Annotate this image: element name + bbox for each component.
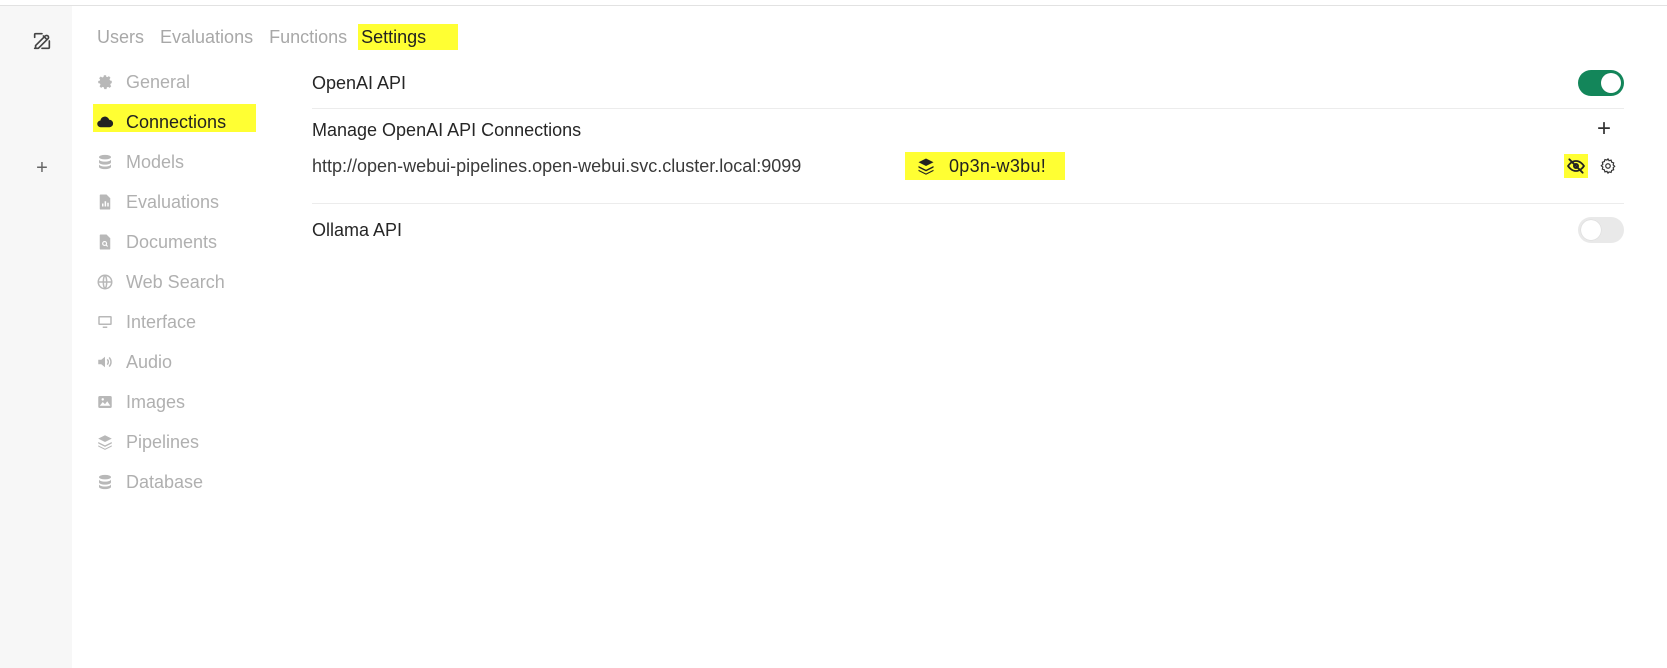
settings-sidebar: General Connections Models Evaluations D… xyxy=(92,62,262,502)
monitor-icon xyxy=(96,313,114,331)
sidebar-item-evaluations[interactable]: Evaluations xyxy=(92,182,262,222)
ollama-api-row: Ollama API xyxy=(312,204,1624,256)
sidebar-item-label: Audio xyxy=(126,351,173,372)
sidebar-item-label: Images xyxy=(126,391,186,412)
sidebar-item-connections[interactable]: Connections xyxy=(92,102,262,142)
sidebar-item-label: Connections xyxy=(126,111,227,132)
toggle-key-visibility-button[interactable] xyxy=(1564,154,1588,178)
add-connection-button[interactable]: + xyxy=(1592,115,1616,142)
gear-icon xyxy=(1600,157,1616,175)
sidebar-item-pipelines[interactable]: Pipelines xyxy=(92,422,262,462)
openai-api-title: OpenAI API xyxy=(312,72,407,93)
toggle-knob xyxy=(1601,73,1621,93)
admin-tabs: Users Evaluations Functions Settings xyxy=(92,24,464,50)
database-icon xyxy=(96,473,114,491)
sidebar-item-web-search[interactable]: Web Search xyxy=(92,262,262,302)
openai-api-row: OpenAI API xyxy=(312,62,1624,104)
api-key-value: 0p3n-w3bu! xyxy=(949,155,1047,176)
sidebar-item-database[interactable]: Database xyxy=(92,462,262,502)
tab-settings[interactable]: Settings xyxy=(358,24,459,50)
plus-icon: + xyxy=(1596,115,1611,142)
top-border xyxy=(0,5,1667,6)
sidebar-item-label: Web Search xyxy=(126,271,225,292)
sidebar-item-label: Models xyxy=(126,151,185,172)
sidebar-item-interface[interactable]: Interface xyxy=(92,302,262,342)
edit-icon xyxy=(33,32,51,50)
layers-icon[interactable] xyxy=(915,156,937,176)
tab-functions[interactable]: Functions xyxy=(264,24,352,50)
left-rail: + xyxy=(0,6,72,668)
cloud-icon xyxy=(96,113,114,131)
connection-url[interactable]: http://open-webui-pipelines.open-webui.s… xyxy=(312,156,905,177)
tab-evaluations[interactable]: Evaluations xyxy=(155,24,258,50)
eye-slash-icon xyxy=(1567,158,1585,174)
speaker-icon xyxy=(96,353,114,371)
sidebar-item-documents[interactable]: Documents xyxy=(92,222,262,262)
sidebar-item-label: Evaluations xyxy=(126,191,220,212)
new-chat-button[interactable] xyxy=(29,28,55,54)
connection-settings-button[interactable] xyxy=(1596,154,1620,178)
ollama-api-toggle[interactable] xyxy=(1578,217,1624,243)
database-icon xyxy=(96,153,114,171)
document-chart-icon xyxy=(96,193,114,211)
sidebar-item-label: Documents xyxy=(126,231,218,252)
globe-icon xyxy=(96,273,114,291)
gear-icon xyxy=(96,73,114,91)
connection-row: http://open-webui-pipelines.open-webui.s… xyxy=(312,151,1624,181)
document-search-icon xyxy=(96,233,114,251)
image-icon xyxy=(96,393,114,411)
tab-users[interactable]: Users xyxy=(92,24,149,50)
connection-actions xyxy=(1564,154,1620,178)
sidebar-item-images[interactable]: Images xyxy=(92,382,262,422)
sidebar-item-audio[interactable]: Audio xyxy=(92,342,262,382)
ollama-api-title: Ollama API xyxy=(312,219,403,240)
add-icon[interactable]: + xyxy=(32,158,52,178)
sidebar-item-label: General xyxy=(126,71,191,92)
sidebar-item-label: Database xyxy=(126,471,204,492)
sidebar-item-models[interactable]: Models xyxy=(92,142,262,182)
openai-api-toggle[interactable] xyxy=(1578,70,1624,96)
layers-icon xyxy=(96,433,114,451)
sidebar-item-label: Interface xyxy=(126,311,197,332)
connections-panel: OpenAI API Manage OpenAI API Connections… xyxy=(312,62,1624,256)
toggle-knob xyxy=(1581,220,1601,240)
sidebar-item-label: Pipelines xyxy=(126,431,200,452)
connection-key-field[interactable]: 0p3n-w3bu! xyxy=(905,152,1065,180)
sidebar-item-general[interactable]: General xyxy=(92,62,262,102)
manage-connections-row: Manage OpenAI API Connections + xyxy=(312,109,1624,151)
manage-connections-title: Manage OpenAI API Connections xyxy=(312,119,582,140)
